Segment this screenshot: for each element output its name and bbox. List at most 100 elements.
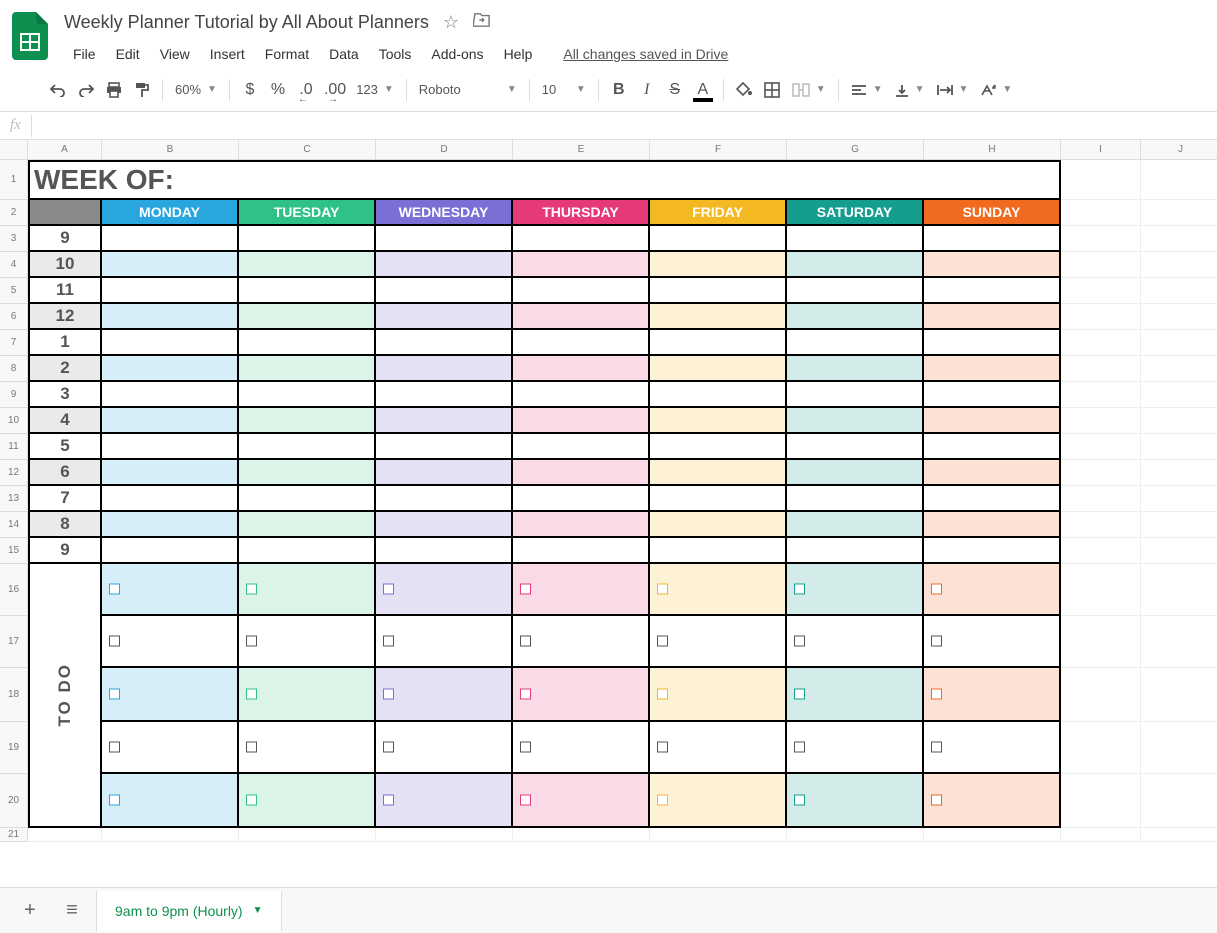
checkbox-icon[interactable] [657, 584, 668, 595]
todo-cell[interactable] [376, 616, 513, 668]
hour-label[interactable]: 5 [28, 434, 102, 460]
cell[interactable] [1141, 774, 1217, 828]
planner-cell[interactable] [513, 356, 650, 382]
planner-cell[interactable] [376, 408, 513, 434]
todo-cell[interactable] [924, 564, 1061, 616]
hour-label[interactable]: 10 [28, 252, 102, 278]
cell[interactable] [1061, 408, 1141, 434]
row-header-7[interactable]: 7 [0, 330, 28, 356]
planner-cell[interactable] [102, 408, 239, 434]
planner-cell[interactable] [787, 382, 924, 408]
sheet-tab-active[interactable]: 9am to 9pm (Hourly) ▼ [96, 891, 282, 931]
planner-cell[interactable] [787, 434, 924, 460]
rotation-button[interactable]: ▼ [974, 76, 1018, 104]
checkbox-icon[interactable] [657, 742, 668, 753]
planner-cell[interactable] [102, 304, 239, 330]
planner-cell[interactable] [376, 278, 513, 304]
planner-cell[interactable] [102, 226, 239, 252]
todo-cell[interactable] [650, 668, 787, 722]
planner-cell[interactable] [787, 304, 924, 330]
hour-label[interactable]: 6 [28, 460, 102, 486]
row-header-10[interactable]: 10 [0, 408, 28, 434]
planner-cell[interactable] [924, 278, 1061, 304]
planner-cell[interactable] [787, 278, 924, 304]
planner-cell[interactable] [787, 460, 924, 486]
cell[interactable] [1061, 538, 1141, 564]
planner-cell[interactable] [376, 226, 513, 252]
cell[interactable] [1141, 564, 1217, 616]
checkbox-icon[interactable] [520, 689, 531, 700]
planner-cell[interactable] [513, 330, 650, 356]
cell[interactable] [1061, 382, 1141, 408]
planner-cell[interactable] [239, 304, 376, 330]
planner-cell[interactable] [650, 408, 787, 434]
cell[interactable] [1061, 668, 1141, 722]
col-header-E[interactable]: E [513, 140, 650, 160]
planner-cell[interactable] [102, 356, 239, 382]
checkbox-icon[interactable] [520, 795, 531, 806]
planner-cell[interactable] [650, 486, 787, 512]
cell[interactable] [1141, 538, 1217, 564]
checkbox-icon[interactable] [109, 636, 120, 647]
col-header-I[interactable]: I [1061, 140, 1141, 160]
day-header-friday[interactable]: FRIDAY [650, 200, 787, 226]
checkbox-icon[interactable] [520, 584, 531, 595]
planner-cell[interactable] [376, 356, 513, 382]
todo-cell[interactable] [102, 722, 239, 774]
cell[interactable] [1061, 512, 1141, 538]
planner-cell[interactable] [102, 278, 239, 304]
planner-cell[interactable] [102, 512, 239, 538]
planner-cell[interactable] [513, 304, 650, 330]
planner-cell[interactable] [650, 278, 787, 304]
zoom-select[interactable]: 60%▼ [169, 76, 223, 104]
todo-cell[interactable] [376, 668, 513, 722]
italic-button[interactable]: I [633, 76, 661, 104]
row-header-8[interactable]: 8 [0, 356, 28, 382]
checkbox-icon[interactable] [246, 742, 257, 753]
planner-cell[interactable] [650, 460, 787, 486]
row-header-2[interactable]: 2 [0, 200, 28, 226]
checkbox-icon[interactable] [520, 742, 531, 753]
planner-cell[interactable] [650, 304, 787, 330]
checkbox-icon[interactable] [931, 795, 942, 806]
todo-cell[interactable] [239, 774, 376, 828]
checkbox-icon[interactable] [794, 689, 805, 700]
planner-cell[interactable] [513, 226, 650, 252]
todo-cell[interactable] [102, 564, 239, 616]
todo-cell[interactable] [924, 722, 1061, 774]
planner-cell[interactable] [650, 252, 787, 278]
planner-cell[interactable] [239, 538, 376, 564]
row-header-4[interactable]: 4 [0, 252, 28, 278]
cell[interactable] [1141, 226, 1217, 252]
text-color-button[interactable]: A [689, 76, 717, 104]
row-header-6[interactable]: 6 [0, 304, 28, 330]
checkbox-icon[interactable] [246, 795, 257, 806]
col-header-F[interactable]: F [650, 140, 787, 160]
row-header-3[interactable]: 3 [0, 226, 28, 252]
planner-cell[interactable] [513, 278, 650, 304]
planner-cell[interactable] [513, 434, 650, 460]
cell[interactable] [102, 828, 239, 842]
planner-cell[interactable] [650, 434, 787, 460]
row-header-21[interactable]: 21 [0, 828, 28, 842]
planner-cell[interactable] [924, 512, 1061, 538]
cell[interactable] [924, 828, 1061, 842]
planner-cell[interactable] [376, 486, 513, 512]
checkbox-icon[interactable] [657, 795, 668, 806]
todo-cell[interactable] [376, 722, 513, 774]
cell[interactable] [1061, 200, 1141, 226]
sheets-logo[interactable] [12, 12, 52, 66]
cell[interactable] [1061, 564, 1141, 616]
todo-cell[interactable] [102, 668, 239, 722]
cell[interactable] [1061, 330, 1141, 356]
todo-cell[interactable] [239, 616, 376, 668]
cell[interactable] [1141, 460, 1217, 486]
todo-cell[interactable] [239, 564, 376, 616]
todo-cell[interactable] [239, 668, 376, 722]
planner-cell[interactable] [513, 382, 650, 408]
checkbox-icon[interactable] [657, 689, 668, 700]
col-header-J[interactable]: J [1141, 140, 1217, 160]
planner-cell[interactable] [650, 512, 787, 538]
planner-cell[interactable] [650, 382, 787, 408]
menu-insert[interactable]: Insert [201, 42, 254, 66]
